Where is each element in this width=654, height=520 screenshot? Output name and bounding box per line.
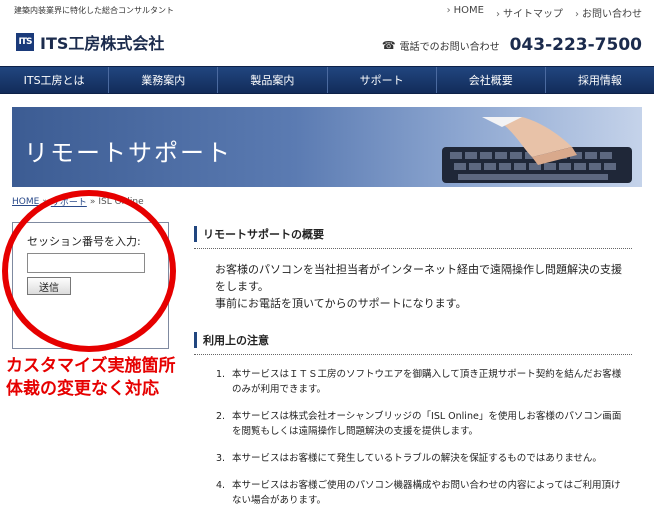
highlight-ellipse: [2, 190, 176, 352]
overview-text: お客様のパソコンを当社担当者がインターネット経由で遠隔操作し問題解決の支援をしま…: [215, 261, 625, 312]
chevron-right-icon: ›: [446, 5, 451, 16]
site-tagline: 建築内装業界に特化した総合コンサルタント: [14, 6, 174, 15]
nav-item-services[interactable]: 業務案内: [109, 67, 219, 93]
annotation-callout: カスタマイズ実施箇所 体裁の変更なく対応: [6, 355, 176, 401]
nav-item-recruit[interactable]: 採用情報: [546, 67, 654, 93]
page-banner: リモートサポート: [12, 107, 642, 187]
global-nav: ITS工房とは 業務案内 製品案内 サポート 会社概要 採用情報: [0, 66, 654, 94]
logo-text: ITS工房株式会社: [40, 34, 165, 53]
chevron-right-icon: ›: [496, 9, 500, 20]
sitemap-link[interactable]: › サイトマップ: [496, 5, 563, 20]
chevron-right-icon: ›: [575, 9, 579, 20]
telephone-icon: ☎: [381, 38, 396, 52]
nav-item-products[interactable]: 製品案内: [218, 67, 328, 93]
nav-item-support[interactable]: サポート: [328, 67, 437, 93]
notes-list: 1. 本サービスはＩＴＳ工房のソフトウエアを御購入して頂き正規サポート契約を結ん…: [216, 367, 624, 520]
callout-line-1: カスタマイズ実施箇所: [6, 356, 176, 376]
keyboard-illustration: [442, 117, 632, 183]
list-item: 2. 本サービスは株式会社オーシャンブリッジの「ISL Online」を使用しお…: [216, 411, 622, 437]
callout-line-2: 体裁の変更なく対応: [6, 379, 159, 399]
phone-label: 電話でのお問い合わせ: [399, 41, 500, 53]
notes-heading: 利用上の注意: [194, 332, 632, 355]
list-item: 3. 本サービスはお客様にて発生しているトラブルの解決を保証するものではありませ…: [216, 453, 602, 464]
list-item: 1. 本サービスはＩＴＳ工房のソフトウエアを御購入して頂き正規サポート契約を結ん…: [216, 369, 622, 395]
home-link[interactable]: › HOME: [447, 5, 484, 20]
site-logo[interactable]: ITS ITS工房株式会社: [16, 30, 164, 54]
nav-item-about[interactable]: ITS工房とは: [0, 67, 110, 93]
overview-paragraph: 事前にお電話を頂いてからのサポートになります。: [215, 297, 467, 310]
contact-link[interactable]: › お問い合わせ: [575, 5, 642, 20]
page-title: リモートサポート: [24, 139, 232, 167]
top-links: › HOME › サイトマップ › お問い合わせ: [447, 5, 642, 20]
overview-heading: リモートサポートの概要: [194, 226, 632, 249]
overview-paragraph: お客様のパソコンを当社担当者がインターネット経由で遠隔操作し問題解決の支援をしま…: [215, 263, 622, 293]
breadcrumb-home[interactable]: HOME: [12, 197, 39, 207]
nav-item-company[interactable]: 会社概要: [437, 67, 546, 93]
phone-contact: ☎ 電話でのお問い合わせ 043-223-7500: [382, 35, 642, 55]
list-item: 4. 本サービスはお客様ご使用のパソコン機器構成やお問い合わせの内容によってはご…: [216, 480, 621, 506]
logo-mark-icon: ITS: [16, 33, 34, 51]
phone-number: 043-223-7500: [509, 35, 642, 55]
